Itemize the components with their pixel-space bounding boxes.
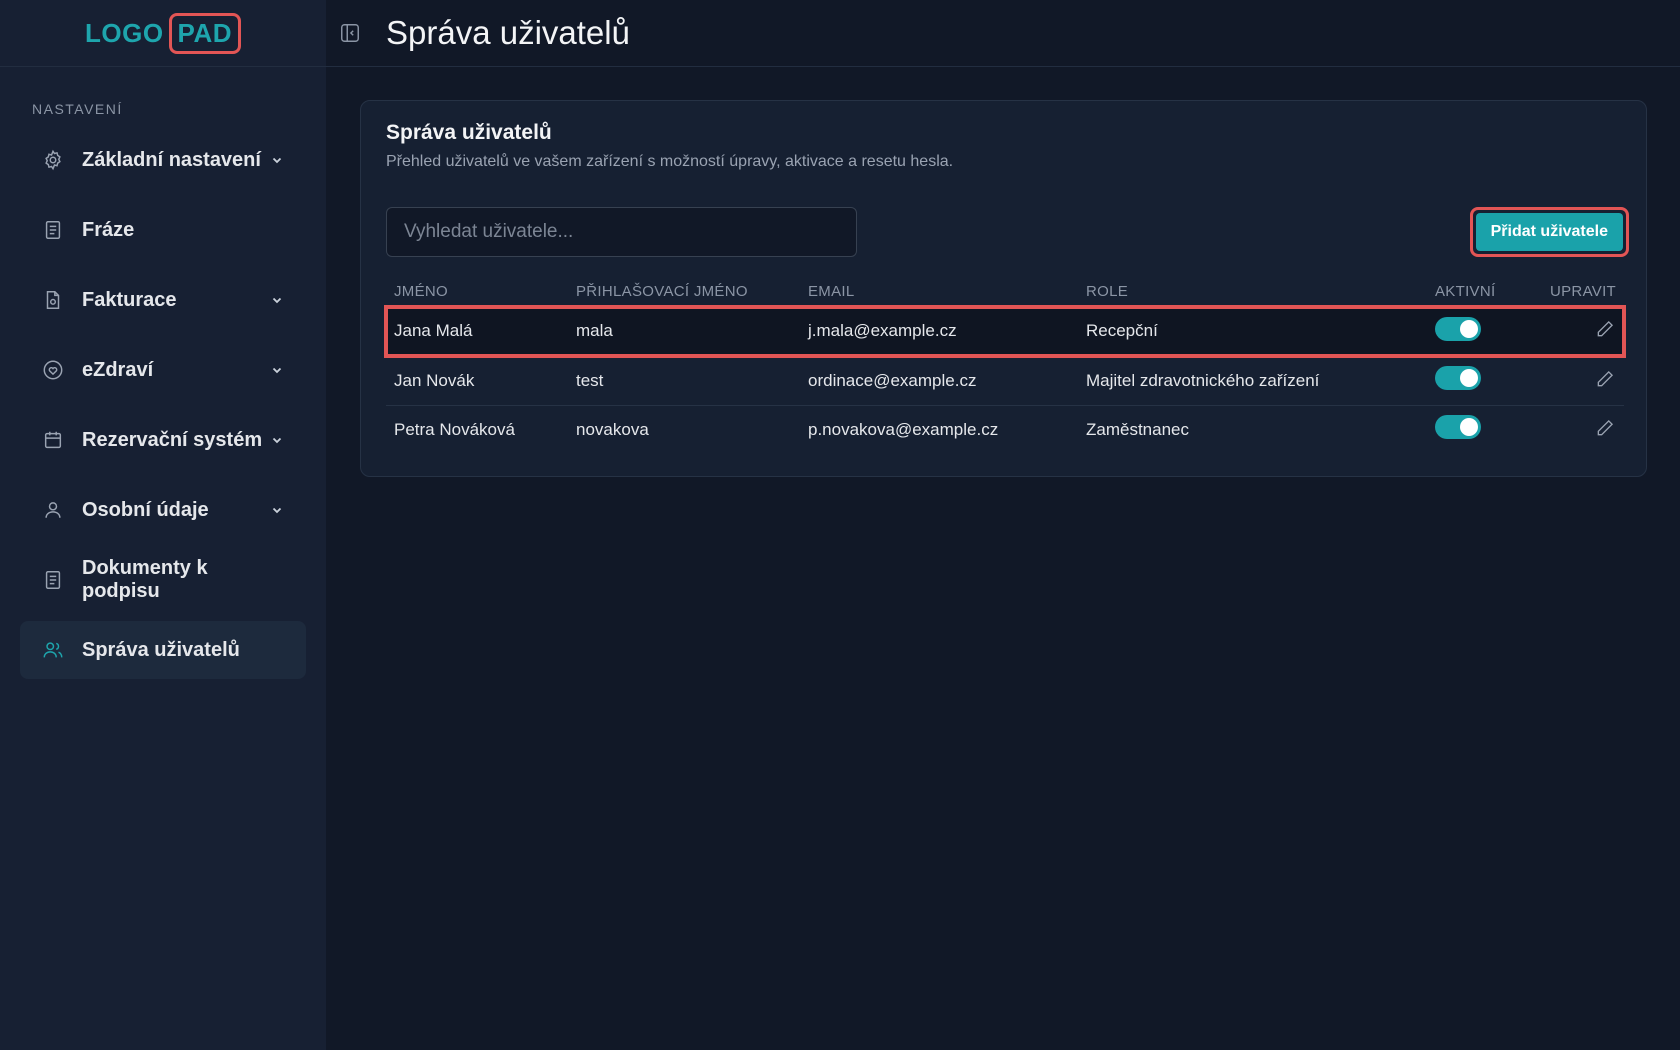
table-row[interactable]: Petra Nováková novakova p.novakova@examp… — [386, 405, 1624, 454]
users-table: JMÉNO PŘIHLAŠOVACÍ JMÉNO EMAIL ROLE AKTI… — [384, 275, 1626, 454]
header-name[interactable]: JMÉNO — [386, 275, 568, 307]
chevron-down-icon — [270, 363, 284, 377]
cell-name: Jana Malá — [386, 307, 568, 356]
invoice-icon — [42, 289, 64, 311]
sidebar-item-label: Rezervační systém — [82, 428, 263, 451]
document-icon — [42, 219, 64, 241]
sidebar-item-label: Základní nastavení — [82, 148, 261, 171]
cell-edit — [1534, 405, 1624, 454]
add-user-button[interactable]: Přidat uživatele — [1475, 213, 1623, 251]
cell-edit — [1534, 356, 1624, 405]
app-root: LOGO PAD NASTAVENÍ Základní nastavení Fr… — [0, 0, 1680, 1050]
topbar: Správa uživatelů — [326, 0, 1680, 67]
card-title: Správa uživatelů — [386, 121, 552, 144]
sidebar-item-fakturace[interactable]: Fakturace — [20, 271, 306, 329]
sidebar-item-osobni-udaje[interactable]: Osobní údaje — [20, 481, 306, 539]
sidebar-item-label: Fakturace — [82, 288, 177, 311]
cell-login: novakova — [576, 419, 649, 439]
toggle-knob — [1460, 418, 1478, 437]
chevron-down-icon — [270, 433, 284, 447]
chevron-down-icon — [270, 503, 284, 517]
sidebar-item-sprava-uzivatelu[interactable]: Správa uživatelů — [20, 621, 306, 679]
cell-login: test — [576, 370, 604, 390]
toggle-knob — [1460, 369, 1478, 387]
cell-email: j.mala@example.cz — [800, 307, 1078, 356]
cell-active — [1427, 307, 1534, 356]
table-row[interactable]: Jana Malá mala j.mala@example.cz Recepčn… — [384, 305, 1626, 358]
cell-login: mala — [568, 307, 800, 356]
table-row[interactable]: Jan Novák test ordinace@example.cz Majit… — [386, 356, 1624, 405]
sidebar-toggle-icon[interactable] — [336, 19, 364, 47]
gear-icon — [42, 149, 64, 171]
users-card: Správa uživatelů Přehled uživatelů ve va… — [360, 100, 1647, 477]
users-icon — [42, 639, 64, 661]
cell-role: Recepční — [1078, 307, 1427, 356]
header-edit: UPRAVIT — [1550, 282, 1616, 300]
cell-active — [1427, 405, 1534, 454]
pencil-icon[interactable] — [1594, 417, 1616, 439]
main-content: Správa uživatelů Správa uživatelů Přehle… — [326, 0, 1680, 1050]
heart-icon — [42, 359, 64, 381]
toggle-knob — [1460, 319, 1478, 338]
cell-email: ordinace@example.cz — [808, 370, 977, 390]
table-header-row: JMÉNO PŘIHLAŠOVACÍ JMÉNO EMAIL ROLE AKTI… — [386, 275, 1624, 307]
sidebar-item-ezdravi[interactable]: eZdraví — [20, 341, 306, 399]
page-title: Správa uživatelů — [386, 14, 630, 51]
cell-edit — [1534, 307, 1624, 356]
add-user-highlight: Přidat uživatele — [1469, 207, 1629, 257]
cell-active — [1427, 356, 1534, 405]
card-subtitle: Přehled uživatelů ve vašem zařízení s mo… — [386, 153, 954, 170]
header-role[interactable]: ROLE — [1078, 275, 1427, 307]
sidebar-item-zakladni-nastaveni[interactable]: Základní nastavení — [20, 131, 306, 189]
header-active[interactable]: AKTIVNÍ — [1427, 275, 1534, 307]
pencil-icon[interactable] — [1594, 368, 1616, 390]
document-icon — [42, 569, 64, 591]
sidebar-item-dokumenty-k-podpisu[interactable]: Dokumenty k podpisu — [20, 551, 306, 609]
active-toggle[interactable] — [1435, 366, 1481, 390]
sidebar-item-label: Správa uživatelů — [82, 638, 240, 661]
cell-role: Majitel zdravotnického zařízení — [1086, 370, 1320, 390]
cell-role: Zaměstnanec — [1086, 419, 1189, 439]
header-email[interactable]: EMAIL — [800, 275, 1078, 307]
sidebar-item-fraze[interactable]: Fráze — [20, 201, 306, 259]
sidebar-item-label: Fráze — [82, 218, 135, 241]
cell-name: Jan Novák — [394, 370, 475, 390]
sidebar-item-label: eZdraví — [82, 358, 154, 381]
sidebar-item-label: Osobní údaje — [82, 498, 209, 521]
header-login[interactable]: PŘIHLAŠOVACÍ JMÉNO — [568, 275, 800, 307]
chevron-down-icon — [270, 293, 284, 307]
active-toggle[interactable] — [1435, 415, 1481, 440]
card-toolbar: Přidat uživatele — [386, 207, 1629, 257]
logo-bar: LOGO PAD — [0, 0, 326, 67]
logo[interactable]: LOGO PAD — [84, 12, 242, 54]
sidebar-nav: Základní nastavení Fráze Fakturace eZdra… — [0, 131, 326, 691]
active-toggle[interactable] — [1435, 316, 1481, 341]
calendar-icon — [42, 429, 64, 451]
sidebar-item-rezervacni-system[interactable]: Rezervační systém — [20, 411, 306, 469]
sidebar-item-label: Dokumenty k podpisu — [82, 557, 208, 602]
sidebar: LOGO PAD NASTAVENÍ Základní nastavení Fr… — [0, 0, 326, 1050]
logo-text-primary: LOGO — [84, 17, 164, 48]
search-input[interactable] — [386, 207, 857, 257]
user-icon — [42, 499, 64, 521]
cell-email: p.novakova@example.cz — [808, 419, 999, 439]
cell-name: Petra Nováková — [394, 419, 515, 439]
logo-text-secondary: PAD — [168, 12, 242, 54]
sidebar-section-label: NASTAVENÍ — [32, 101, 123, 117]
chevron-down-icon — [270, 153, 284, 167]
pencil-icon[interactable] — [1594, 318, 1616, 340]
